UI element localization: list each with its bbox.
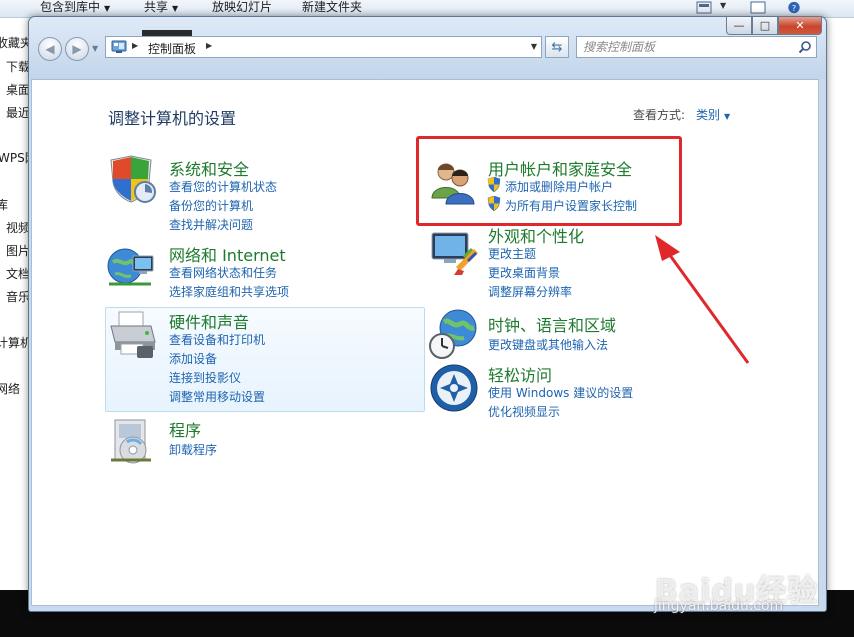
link-homegroup-sharing[interactable]: 选择家庭组和共享选项 xyxy=(169,283,289,300)
preview-pane-icon[interactable] xyxy=(750,1,766,14)
nav-item-downloads[interactable]: 下载 xyxy=(6,58,30,75)
link-connect-projector[interactable]: 连接到投影仪 xyxy=(169,369,241,386)
link-change-desktop-background[interactable]: 更改桌面背景 xyxy=(488,264,560,281)
breadcrumb-separator-icon[interactable]: ▶ xyxy=(132,41,138,50)
annotation-arrow-icon xyxy=(655,235,750,364)
category-ease-access-title[interactable]: 轻松访问 xyxy=(488,362,552,386)
monitor-paint-icon[interactable] xyxy=(428,227,480,279)
search-icon[interactable] xyxy=(798,40,812,54)
breadcrumb-separator-icon[interactable]: ▶ xyxy=(206,41,212,50)
refresh-button[interactable]: ⇆ xyxy=(545,36,569,58)
view-options-icon[interactable] xyxy=(696,1,712,14)
category-network-internet-title[interactable]: 网络和 Internet xyxy=(169,242,286,266)
toolbar-share[interactable]: 共享 ▼ xyxy=(144,0,178,16)
programs-disc-icon[interactable] xyxy=(107,414,159,466)
link-mobility-settings[interactable]: 调整常用移动设置 xyxy=(169,388,265,405)
recent-pages-dropdown[interactable]: ▼ xyxy=(92,44,98,53)
page-title: 调整计算机的设置 xyxy=(108,109,237,128)
annotation-highlight-box xyxy=(416,136,682,226)
printer-icon[interactable] xyxy=(107,308,159,360)
ease-of-access-icon[interactable] xyxy=(428,362,480,414)
link-backup-computer[interactable]: 备份您的计算机 xyxy=(169,197,253,214)
toolbar-include-library[interactable]: 包含到库中 ▼ xyxy=(40,0,110,16)
arrow-right-icon: ▶ xyxy=(72,42,82,56)
link-devices-printers[interactable]: 查看设备和打印机 xyxy=(169,331,265,348)
chevron-down-icon: ▼ xyxy=(104,4,111,13)
nav-item-libraries[interactable]: 库 xyxy=(0,196,8,213)
arrow-left-icon: ◀ xyxy=(45,42,55,56)
control-panel-icon xyxy=(111,40,127,53)
refresh-icon: ⇆ xyxy=(551,39,563,55)
network-globe-icon[interactable] xyxy=(105,240,157,292)
close-button[interactable]: ✕ xyxy=(778,17,822,35)
toolbar-slideshow[interactable]: 放映幻灯片 xyxy=(212,0,272,14)
caption-buttons: — □ ✕ xyxy=(726,17,822,37)
maximize-button[interactable]: □ xyxy=(752,17,778,35)
view-by-value: 类别 xyxy=(696,108,721,122)
forward-button[interactable]: ▶ xyxy=(65,37,89,61)
address-bar[interactable]: ▶ 控制面板 ▶ ▼ xyxy=(105,36,542,58)
svg-text:?: ? xyxy=(792,3,796,13)
category-appearance-title[interactable]: 外观和个性化 xyxy=(488,223,584,247)
category-hardware-sound-title[interactable]: 硬件和声音 xyxy=(169,309,249,333)
link-adjust-resolution[interactable]: 调整屏幕分辨率 xyxy=(488,283,572,300)
category-clock-region-title[interactable]: 时钟、语言和区域 xyxy=(488,312,616,336)
nav-item-documents[interactable]: 文档 xyxy=(6,265,30,282)
chevron-down-icon[interactable]: ▼ xyxy=(720,1,726,10)
shield-icon[interactable] xyxy=(105,154,157,206)
nav-item-pictures[interactable]: 图片 xyxy=(6,242,30,259)
toolbar-label: 包含到库中 xyxy=(40,0,101,14)
link-view-network-status[interactable]: 查看网络状态和任务 xyxy=(169,264,277,281)
view-by-label: 查看方式: xyxy=(633,108,686,122)
search-input[interactable] xyxy=(583,39,793,55)
link-add-device[interactable]: 添加设备 xyxy=(169,350,217,367)
nav-item-network[interactable]: 网络 xyxy=(0,380,20,397)
breadcrumb-control-panel[interactable]: 控制面板 xyxy=(148,40,196,57)
minimize-button[interactable]: — xyxy=(726,17,752,35)
link-view-computer-status[interactable]: 查看您的计算机状态 xyxy=(169,178,277,195)
link-find-fix-problems[interactable]: 查找并解决问题 xyxy=(169,216,253,233)
link-windows-suggested-settings[interactable]: 使用 Windows 建议的设置 xyxy=(488,384,633,401)
nav-item-desktop[interactable]: 桌面 xyxy=(6,81,30,98)
toolbar-label: 共享 xyxy=(144,0,169,14)
nav-item-videos[interactable]: 视频 xyxy=(6,219,30,236)
toolbar-new-folder[interactable]: 新建文件夹 xyxy=(302,0,362,14)
chevron-down-icon: ▼ xyxy=(172,4,179,13)
address-dropdown-icon[interactable]: ▼ xyxy=(531,42,537,51)
link-uninstall-program[interactable]: 卸载程序 xyxy=(169,441,217,458)
link-change-theme[interactable]: 更改主题 xyxy=(488,245,536,262)
link-change-keyboard-input[interactable]: 更改键盘或其他输入法 xyxy=(488,336,608,353)
view-by-dropdown[interactable]: 类别 ▼ xyxy=(696,106,730,123)
category-system-security-title[interactable]: 系统和安全 xyxy=(169,156,249,180)
search-box[interactable] xyxy=(576,36,817,58)
chevron-down-icon: ▼ xyxy=(724,112,731,121)
help-icon[interactable]: ? xyxy=(786,1,802,14)
back-button[interactable]: ◀ xyxy=(38,37,62,61)
clock-globe-icon[interactable] xyxy=(428,308,480,360)
nav-item-recent[interactable]: 最近 xyxy=(6,104,30,121)
watermark-url: jingyan.baidu.com xyxy=(654,598,784,614)
nav-item-music[interactable]: 音乐 xyxy=(6,288,30,305)
link-optimize-visual-display[interactable]: 优化视频显示 xyxy=(488,403,560,420)
category-programs-title[interactable]: 程序 xyxy=(169,417,201,441)
